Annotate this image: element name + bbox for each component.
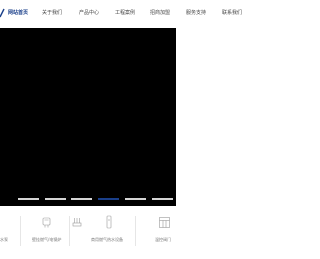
- product-category-strip: 水泵 壁挂燃气/电锅炉 商用燃气热水设备 温控阀门: [0, 206, 176, 259]
- category-item-heating-set[interactable]: [70, 206, 102, 259]
- category-label: 壁挂燃气/电锅炉: [32, 237, 62, 242]
- category-label: 商用燃气热水设备: [91, 237, 123, 242]
- page: 网站首页 关于我们 产品中心 工程案例 招商加盟 服务支持 联系我们 水泵 壁挂…: [0, 0, 266, 259]
- category-item-boiler[interactable]: 壁挂燃气/电锅炉: [21, 206, 69, 259]
- heating-set-icon: [72, 218, 82, 227]
- header: 网站首页 关于我们 产品中心 工程案例 招商加盟 服务支持 联系我们: [0, 0, 266, 28]
- category-label: 水泵: [0, 237, 8, 242]
- banner-slider[interactable]: [0, 28, 176, 206]
- nav-item-about[interactable]: 关于我们: [42, 10, 62, 16]
- category-item-valve[interactable]: 温控阀门: [136, 206, 176, 259]
- nav-item-home[interactable]: 网站首页: [8, 10, 28, 16]
- nav-item-support[interactable]: 服务支持: [186, 10, 206, 16]
- category-item-water-heater[interactable]: 商用燃气热水设备: [91, 206, 135, 259]
- category-item-pump[interactable]: 水泵: [0, 206, 20, 259]
- slider-dot-2[interactable]: [45, 198, 66, 200]
- slider-dot-5[interactable]: [125, 198, 146, 200]
- category-label: 温控阀门: [155, 237, 171, 242]
- nav-item-contact[interactable]: 联系我们: [222, 10, 242, 16]
- logo-icon[interactable]: [0, 8, 5, 18]
- nav-item-franchise[interactable]: 招商加盟: [150, 10, 170, 16]
- slider-dot-4[interactable]: [98, 198, 119, 200]
- slider-dot-6[interactable]: [152, 198, 173, 200]
- nav-item-cases[interactable]: 工程案例: [115, 10, 135, 16]
- nav-item-products[interactable]: 产品中心: [79, 10, 99, 16]
- boiler-icon: [42, 217, 51, 228]
- water-heater-icon: [106, 215, 112, 229]
- slider-dot-3[interactable]: [71, 198, 92, 200]
- slider-dot-1[interactable]: [18, 198, 39, 200]
- valve-panel-icon: [159, 217, 170, 228]
